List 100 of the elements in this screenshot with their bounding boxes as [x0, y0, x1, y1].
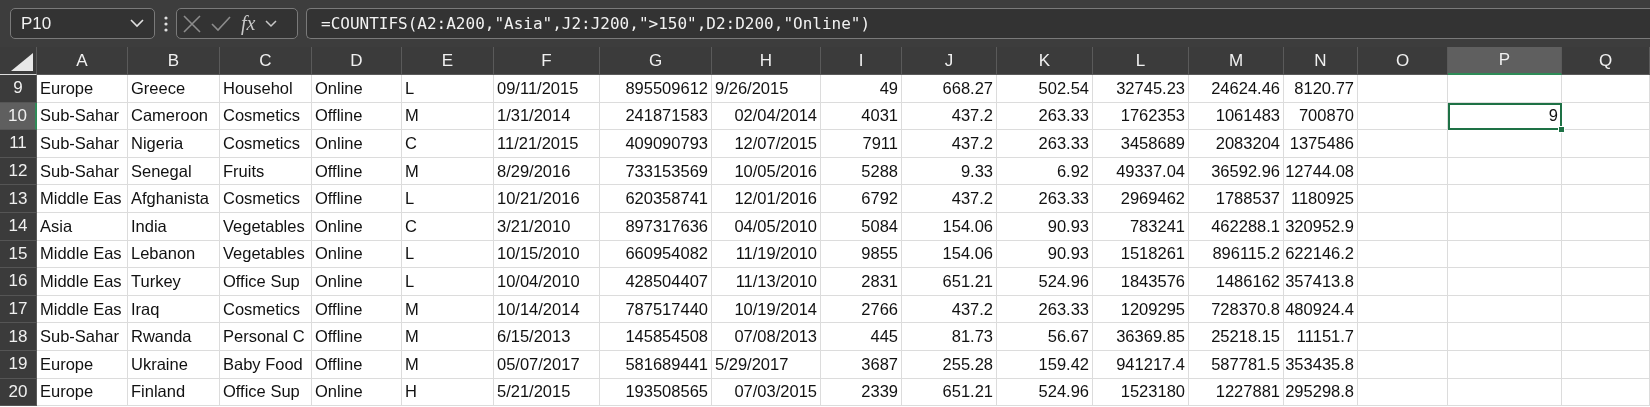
row-header[interactable]: 9	[0, 75, 37, 103]
empty-cell[interactable]	[1448, 295, 1562, 324]
empty-cell[interactable]	[1358, 75, 1448, 103]
empty-cell[interactable]	[1358, 185, 1448, 213]
column-header[interactable]: K	[997, 47, 1093, 75]
table-cell: 10/04/2010	[494, 268, 600, 296]
empty-cell[interactable]	[1562, 350, 1650, 379]
column-header[interactable]: G	[600, 47, 712, 75]
row-header[interactable]: 18	[0, 323, 37, 351]
empty-cell[interactable]	[1358, 240, 1448, 269]
table-cell: M	[402, 157, 494, 186]
chevron-icon	[130, 19, 144, 28]
column-header[interactable]: H	[712, 47, 821, 75]
table-cell: Househol	[220, 75, 312, 103]
table-cell: C	[402, 212, 494, 241]
row-header[interactable]: 19	[0, 350, 37, 379]
table-cell: Greece	[128, 75, 220, 103]
empty-cell[interactable]	[1562, 240, 1650, 269]
more-options-icon[interactable]	[164, 15, 168, 32]
empty-cell[interactable]	[1562, 75, 1650, 103]
empty-cell[interactable]	[1448, 212, 1562, 241]
empty-cell[interactable]	[1358, 378, 1448, 407]
empty-cell[interactable]	[1562, 157, 1650, 186]
empty-cell[interactable]	[1358, 350, 1448, 379]
row-header[interactable]: 15	[0, 240, 37, 269]
column-header[interactable]: A	[37, 47, 128, 75]
row-header[interactable]: 10	[0, 102, 37, 131]
column-header[interactable]: P	[1448, 47, 1562, 75]
empty-cell[interactable]	[1562, 102, 1650, 131]
empty-cell[interactable]	[1448, 323, 1562, 351]
table-cell: 10/15/2010	[494, 240, 600, 269]
table-cell: 437.2	[902, 295, 997, 324]
empty-cell[interactable]	[1448, 240, 1562, 269]
column-header[interactable]: B	[128, 47, 220, 75]
fill-handle[interactable]	[1558, 126, 1565, 134]
table-cell: 241871583	[600, 102, 712, 131]
select-all-button[interactable]	[0, 47, 37, 75]
table-cell: Vegetables	[220, 240, 312, 269]
empty-cell[interactable]	[1562, 130, 1650, 158]
empty-cell[interactable]	[1358, 212, 1448, 241]
row-header[interactable]: 14	[0, 212, 37, 241]
column-header[interactable]: E	[402, 47, 494, 75]
empty-cell[interactable]	[1448, 130, 1562, 158]
empty-cell[interactable]	[1358, 295, 1448, 324]
insert-function-button[interactable]: fx	[241, 12, 256, 35]
column-header[interactable]: F	[494, 47, 600, 75]
table-cell: Office Sup	[220, 268, 312, 296]
empty-cell[interactable]	[1562, 378, 1650, 407]
column-header[interactable]: J	[902, 47, 997, 75]
empty-cell[interactable]	[1358, 130, 1448, 158]
table-cell: Europe	[37, 350, 128, 379]
column-header[interactable]: O	[1358, 47, 1448, 75]
row-header[interactable]: 13	[0, 185, 37, 213]
table-cell: Asia	[37, 212, 128, 241]
row-header[interactable]: 16	[0, 268, 37, 296]
column-header[interactable]: M	[1189, 47, 1284, 75]
empty-cell[interactable]	[1562, 295, 1650, 324]
table-cell: 90.93	[997, 212, 1093, 241]
empty-cell[interactable]	[1562, 212, 1650, 241]
column-header[interactable]: I	[821, 47, 902, 75]
name-box[interactable]: P10	[10, 8, 155, 39]
row-header[interactable]: 17	[0, 295, 37, 324]
empty-cell[interactable]	[1562, 323, 1650, 351]
empty-cell[interactable]	[1448, 185, 1562, 213]
table-cell: Sub-Sahar	[37, 323, 128, 351]
column-header[interactable]: Q	[1562, 47, 1650, 75]
empty-cell[interactable]	[1448, 378, 1562, 407]
column-header[interactable]: N	[1284, 47, 1358, 75]
row-header[interactable]: 11	[0, 130, 37, 158]
column-header[interactable]: C	[220, 47, 312, 75]
table-cell: 733153569	[600, 157, 712, 186]
table-cell: 3687	[821, 350, 902, 379]
column-header[interactable]: D	[312, 47, 402, 75]
table-cell: 2766	[821, 295, 902, 324]
empty-cell[interactable]	[1358, 268, 1448, 296]
row-header[interactable]: 12	[0, 157, 37, 186]
table-cell: 941217.4	[1093, 350, 1189, 379]
empty-cell[interactable]	[1448, 157, 1562, 186]
empty-cell[interactable]	[1358, 323, 1448, 351]
cancel-icon[interactable]	[183, 14, 201, 33]
formula-field[interactable]: =COUNTIFS(A2:A200,"Asia",J2:J200,">150",D2:D200,"Online")	[306, 8, 1650, 39]
empty-cell[interactable]	[1358, 157, 1448, 186]
table-cell: 255.28	[902, 350, 997, 379]
empty-cell[interactable]	[1562, 268, 1650, 296]
table-cell: 09/11/2015	[494, 75, 600, 103]
table-cell: 07/08/2013	[712, 323, 821, 351]
empty-cell[interactable]	[1448, 268, 1562, 296]
chevron-icon[interactable]	[265, 19, 278, 28]
empty-cell[interactable]	[1562, 185, 1650, 213]
check-icon[interactable]	[211, 15, 231, 32]
row-header[interactable]: 20	[0, 378, 37, 407]
empty-cell[interactable]	[1448, 350, 1562, 379]
table-cell: Middle Eas	[37, 295, 128, 324]
empty-cell[interactable]	[1358, 102, 1448, 131]
table-cell: M	[402, 323, 494, 351]
table-cell: L	[402, 75, 494, 103]
table-cell: 07/03/2015	[712, 378, 821, 407]
column-header[interactable]: L	[1093, 47, 1189, 75]
active-cell[interactable]: 9	[1448, 102, 1562, 131]
empty-cell[interactable]	[1448, 75, 1562, 103]
